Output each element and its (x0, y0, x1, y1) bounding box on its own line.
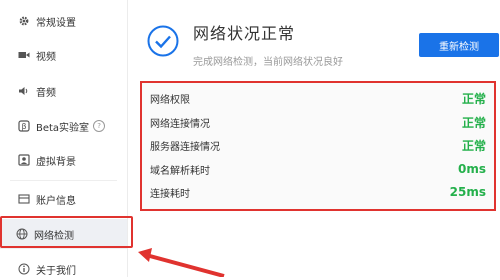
check-row: 连接耗时 25ms (150, 182, 486, 202)
info-icon (18, 263, 30, 275)
speaker-icon (18, 85, 30, 97)
check-value: 0ms (458, 162, 486, 176)
help-icon[interactable]: ? (93, 120, 106, 132)
annotation-arrow (138, 248, 225, 277)
gear-icon (18, 15, 30, 27)
sidebar-item-label: 关于我们 (36, 265, 76, 277)
sidebar-item-audio[interactable]: 音频 (18, 80, 56, 102)
check-value: 正常 (461, 115, 486, 130)
status-subtitle: 完成网络检测，当前网络状况良好 (193, 57, 343, 68)
check-label: 服务器连接情况 (150, 141, 220, 153)
sidebar-item-label: Beta实验室 (36, 122, 90, 134)
check-row: 网络权限 正常 (150, 88, 486, 108)
check-label: 网络连接情况 (150, 118, 210, 130)
beta-icon: β (18, 120, 30, 132)
sidebar-item-label: 虚拟背景 (36, 156, 76, 168)
sidebar-item-label: 常规设置 (36, 17, 76, 29)
annotation-highlight-box (0, 216, 133, 248)
portrait-icon (18, 154, 30, 166)
account-icon (18, 193, 30, 205)
check-row: 网络连接情况 正常 (150, 112, 486, 132)
video-icon (18, 49, 30, 61)
check-label: 域名解析耗时 (150, 165, 210, 177)
sidebar-item-beta[interactable]: β Beta实验室 ? (18, 115, 106, 137)
sidebar-item-video[interactable]: 视频 (18, 44, 56, 66)
check-results-panel: 网络权限 正常 网络连接情况 正常 服务器连接情况 正常 域名解析耗时 0ms … (140, 81, 496, 211)
check-circle-icon (147, 25, 179, 57)
svg-text:β: β (21, 122, 26, 131)
check-row: 域名解析耗时 0ms (150, 159, 486, 179)
check-label: 网络权限 (150, 94, 190, 106)
sidebar-item-account[interactable]: 账户信息 (18, 188, 76, 210)
sidebar-item-label: 账户信息 (36, 195, 76, 207)
check-label: 连接耗时 (150, 188, 190, 200)
sidebar-item-label: 视频 (36, 51, 56, 63)
sidebar-divider (10, 180, 117, 181)
sidebar-item-general[interactable]: 常规设置 (18, 10, 76, 32)
check-value: 25ms (449, 185, 486, 199)
check-value: 正常 (461, 91, 486, 106)
status-title: 网络状况正常 (193, 24, 296, 43)
sidebar-item-label: 音频 (36, 87, 56, 99)
recheck-button[interactable]: 重新检测 (419, 33, 499, 57)
check-value: 正常 (461, 138, 486, 153)
sidebar-item-virtual-background[interactable]: 虚拟背景 (18, 149, 76, 171)
check-row: 服务器连接情况 正常 (150, 135, 486, 155)
